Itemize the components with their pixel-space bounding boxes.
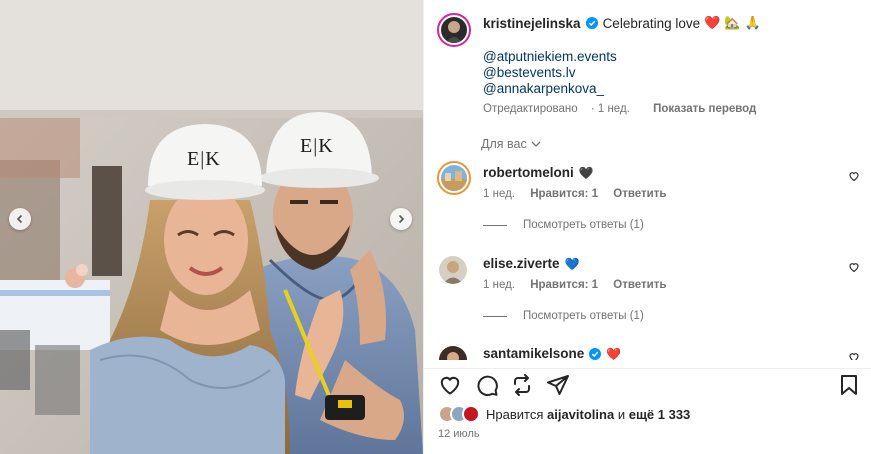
caption-emoji-heart: ❤️: [704, 15, 721, 30]
comment-item: santamikelsone ❤️: [424, 346, 871, 360]
reply-button[interactable]: Ответить: [613, 188, 666, 200]
commenter-avatar[interactable]: [437, 161, 471, 195]
reply-button[interactable]: Ответить: [613, 279, 666, 291]
comment-text: 🖤: [578, 165, 594, 180]
comment-icon[interactable]: [475, 373, 499, 397]
likes-count[interactable]: ещё 1 333: [629, 407, 691, 422]
show-translation-link[interactable]: Показать перевод: [653, 103, 756, 115]
chevron-down-icon: [531, 141, 541, 147]
comment-item: robertomeloni 🖤 1 нед. Нравится: 1 Ответ…: [424, 161, 871, 245]
post-side-panel: kristinejelinska Celebrating love ❤️ 🏡 🙏…: [423, 0, 871, 454]
author-avatar[interactable]: [437, 13, 471, 47]
comment-header: robertomeloni 🖤: [483, 165, 594, 180]
comment-meta: 1 нед. Нравится: 1 Ответить: [483, 188, 678, 200]
post-caption: kristinejelinska Celebrating love ❤️ 🏡 🙏: [483, 15, 761, 31]
replies-divider: [483, 315, 507, 317]
mention-link[interactable]: @annakarpenkova_: [483, 81, 617, 97]
caption-emoji-house: 🏡: [724, 15, 741, 30]
caption-text: Celebrating love: [602, 15, 701, 31]
comment-text: ❤️: [606, 346, 622, 361]
post-photo[interactable]: E|K E|K: [0, 0, 423, 454]
helmet-initials-right: E|K: [300, 135, 334, 157]
comment-time: 1 нед.: [483, 279, 515, 291]
commenter-username[interactable]: santamikelsone: [483, 346, 584, 360]
comment-time: 1 нед.: [483, 188, 515, 200]
comment-like-icon[interactable]: [848, 351, 860, 360]
liker-username[interactable]: aijavitolina: [547, 407, 614, 422]
caption-emoji-pray: 🙏: [744, 15, 761, 30]
previous-photo-button[interactable]: [9, 208, 31, 230]
verified-badge-icon: [585, 17, 598, 29]
chevron-right-icon: [398, 214, 405, 224]
commenter-avatar[interactable]: [439, 256, 467, 284]
chevron-left-icon: [16, 214, 23, 224]
replies-divider: [483, 224, 507, 226]
edited-label: Отредактировано · 1 нед.: [483, 103, 630, 115]
comment-meta: 1 нед. Нравится: 1 Ответить: [483, 279, 678, 291]
commenter-username[interactable]: elise.ziverte: [483, 256, 560, 271]
likes-text: Нравится aijavitolina и ещё 1 333: [486, 406, 691, 422]
verified-badge-icon: [589, 347, 602, 360]
commenter-username[interactable]: robertomeloni: [483, 165, 574, 180]
caption-mentions: @atputniekiem.events @bestevents.lv @ann…: [483, 49, 617, 97]
author-username[interactable]: kristinejelinska: [483, 16, 581, 31]
post-image: E|K E|K: [0, 0, 423, 454]
comment-text: 💙: [564, 256, 580, 271]
caption-meta: Отредактировано · 1 нед. Показать перево…: [483, 103, 756, 115]
view-replies-button[interactable]: Посмотреть ответы (1): [483, 219, 644, 231]
comment-header: santamikelsone ❤️: [483, 346, 621, 360]
likes-summary[interactable]: Нравится aijavitolina и ещё 1 333: [438, 405, 690, 423]
post-action-bar: [424, 368, 871, 398]
comment-header: elise.ziverte 💙: [483, 256, 580, 271]
mention-link[interactable]: @bestevents.lv: [483, 65, 617, 81]
mention-link[interactable]: @atputniekiem.events: [483, 49, 617, 65]
comment-like-icon[interactable]: [848, 170, 860, 182]
comments-scroll-area[interactable]: kristinejelinska Celebrating love ❤️ 🏡 🙏…: [424, 0, 871, 360]
comment-item: elise.ziverte 💙 1 нед. Нравится: 1 Ответ…: [424, 256, 871, 336]
liker-avatar: [462, 405, 480, 423]
helmet-initials-left: E|K: [187, 148, 221, 170]
next-photo-button[interactable]: [390, 208, 412, 230]
post-date: 12 июль: [438, 428, 480, 440]
comment-like-icon[interactable]: [848, 261, 860, 273]
repost-icon[interactable]: [510, 373, 534, 397]
comments-filter-label: Для вас: [481, 137, 527, 151]
send-icon[interactable]: [546, 373, 570, 397]
view-replies-button[interactable]: Посмотреть ответы (1): [483, 310, 644, 322]
comment-likes-count[interactable]: Нравится: 1: [530, 188, 598, 200]
heart-icon[interactable]: [438, 373, 462, 397]
commenter-avatar[interactable]: [439, 346, 467, 360]
bookmark-icon[interactable]: [838, 373, 860, 397]
comments-filter-dropdown[interactable]: Для вас: [481, 137, 541, 151]
comment-likes-count[interactable]: Нравится: 1: [530, 279, 598, 291]
